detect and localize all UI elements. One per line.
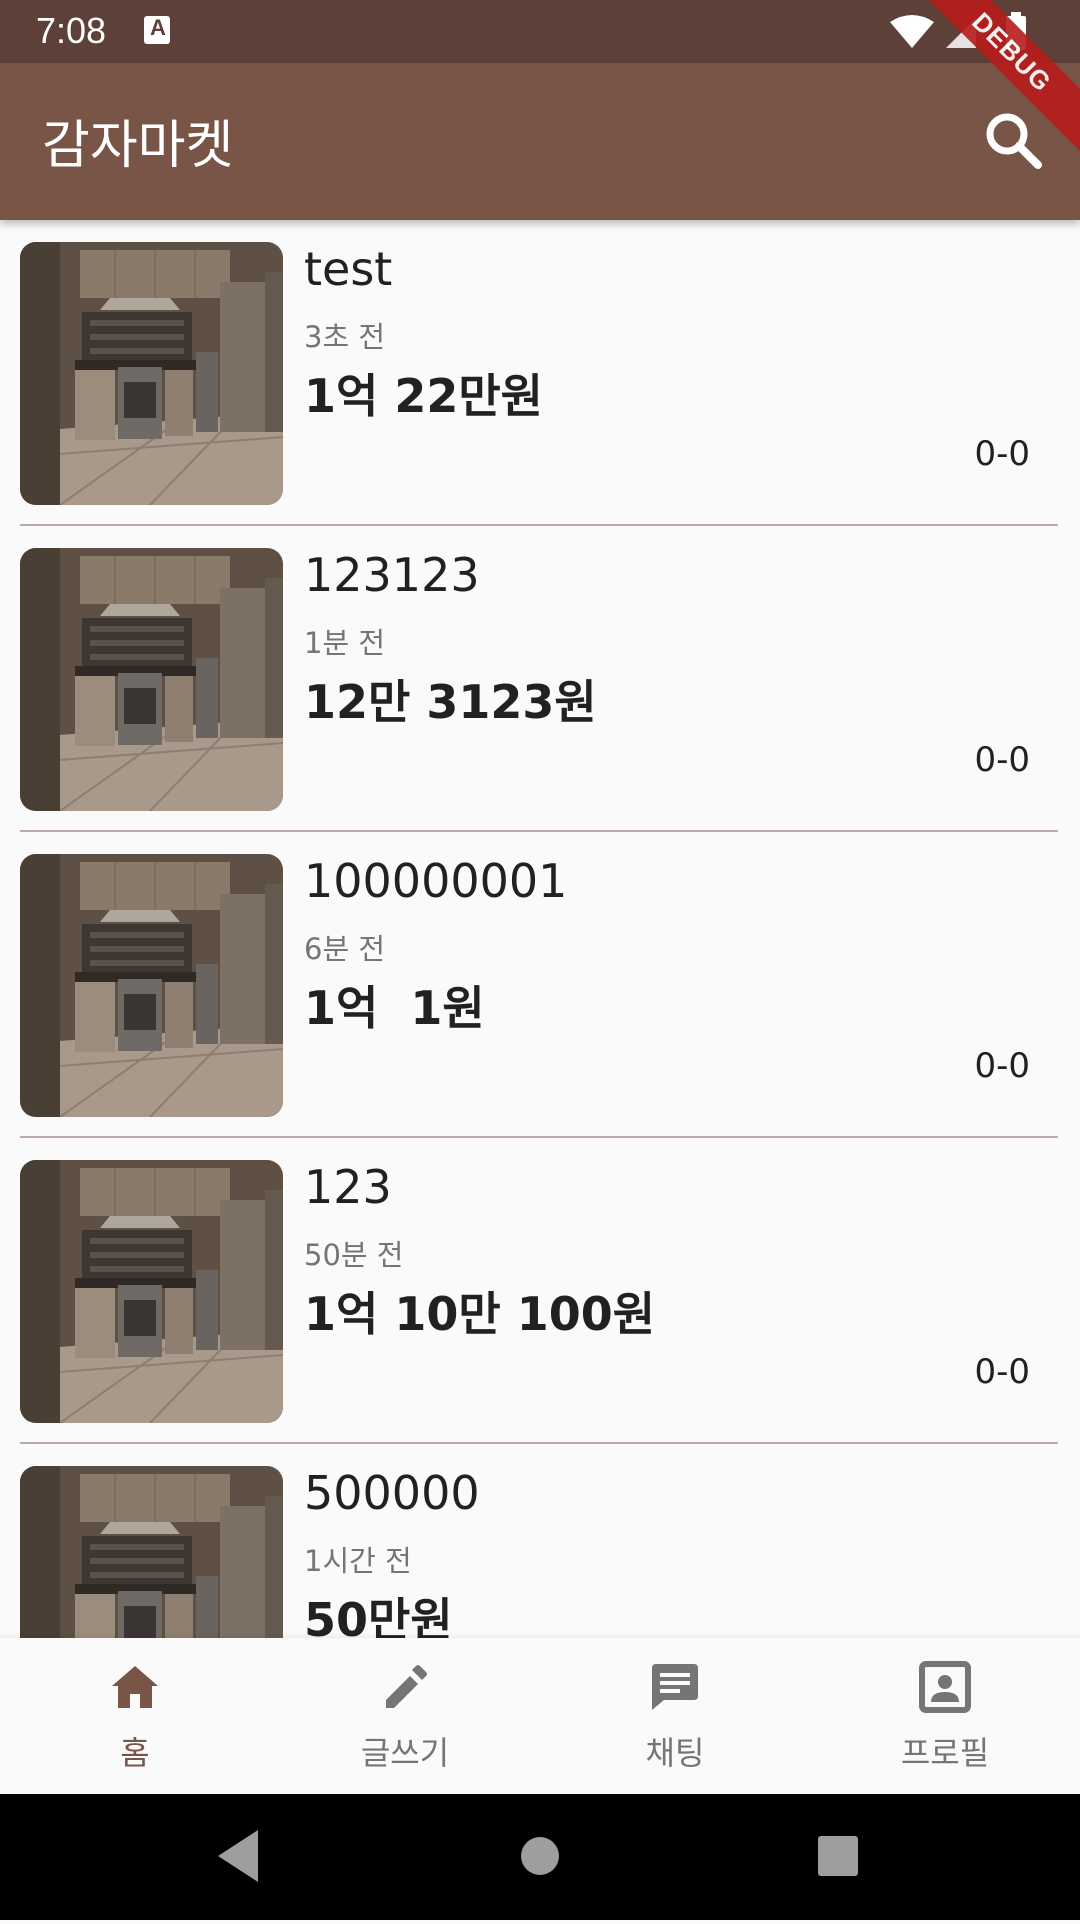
- notification-icon: A: [144, 15, 170, 44]
- item-count: 0-0: [974, 434, 1030, 474]
- item-count: 0-0: [974, 1352, 1030, 1392]
- item-count: 0-0: [974, 740, 1030, 780]
- profile-icon: [919, 1661, 971, 1713]
- item-time: 3초 전: [304, 320, 386, 354]
- home-system-icon[interactable]: [521, 1837, 559, 1875]
- status-time: 7:08: [36, 10, 107, 51]
- recents-icon[interactable]: [818, 1836, 858, 1876]
- list-item[interactable]: 100000001 6분 전 1억 1원 0-0: [0, 832, 1080, 1138]
- item-title: 123123: [304, 548, 480, 602]
- kitchen-photo: [20, 548, 283, 811]
- back-icon[interactable]: [218, 1830, 258, 1882]
- item-price: 1억 10만 100원: [304, 1287, 656, 1341]
- item-title: 500000: [304, 1466, 480, 1520]
- item-thumbnail: [20, 854, 283, 1117]
- kitchen-photo: [20, 854, 283, 1117]
- item-time: 1시간 전: [304, 1544, 412, 1578]
- item-thumbnail: [20, 242, 283, 505]
- bottom-navigation: 홈 글쓰기 채팅 프로필: [0, 1638, 1080, 1794]
- nav-item-pencil[interactable]: 글쓰기: [270, 1638, 540, 1794]
- status-bar: 7:08 A: [0, 0, 1080, 63]
- nav-item-home[interactable]: 홈: [0, 1638, 270, 1794]
- list-item[interactable]: 500000 1시간 전 50만원: [0, 1444, 1080, 1638]
- pencil-icon: [386, 1665, 427, 1708]
- nav-label: 채팅: [645, 1734, 705, 1772]
- app-bar: 감자마켓: [0, 63, 1080, 220]
- list-item[interactable]: test 3초 전 1억 22만원 0-0: [0, 220, 1080, 526]
- kitchen-photo: [20, 1466, 283, 1638]
- nav-label: 프로필: [900, 1734, 990, 1772]
- chat-icon: [652, 1664, 698, 1710]
- app-title: 감자마켓: [42, 116, 234, 176]
- item-thumbnail: [20, 548, 283, 811]
- kitchen-photo: [20, 242, 283, 505]
- item-title: 123: [304, 1160, 392, 1214]
- item-time: 1분 전: [304, 626, 386, 660]
- nav-label: 글쓰기: [360, 1734, 450, 1772]
- item-title: test: [304, 242, 393, 296]
- list-item[interactable]: 123123 1분 전 12만 3123원 0-0: [0, 526, 1080, 832]
- list-item[interactable]: 123 50분 전 1억 10만 100원 0-0: [0, 1138, 1080, 1444]
- item-price: 1억 22만원: [304, 369, 543, 423]
- item-title: 100000001: [304, 854, 568, 908]
- item-time: 50분 전: [304, 1238, 404, 1272]
- item-time: 6분 전: [304, 932, 386, 966]
- kitchen-photo: [20, 1160, 283, 1423]
- item-price: 50만원: [304, 1593, 453, 1638]
- item-thumbnail: [20, 1160, 283, 1423]
- item-price: 12만 3123원: [304, 675, 597, 729]
- nav-label: 홈: [120, 1734, 150, 1772]
- product-list: test 3초 전 1억 22만원 0-0 123123 1분 전 12만 31…: [0, 220, 1080, 1638]
- nav-item-chat[interactable]: 채팅: [540, 1638, 810, 1794]
- item-price: 1억 1원: [304, 981, 485, 1035]
- item-thumbnail: [20, 1466, 283, 1638]
- nav-item-profile[interactable]: 프로필: [810, 1638, 1080, 1794]
- home-icon: [112, 1666, 158, 1708]
- item-count: 0-0: [974, 1046, 1030, 1086]
- system-navigation-bar: [0, 1794, 1080, 1920]
